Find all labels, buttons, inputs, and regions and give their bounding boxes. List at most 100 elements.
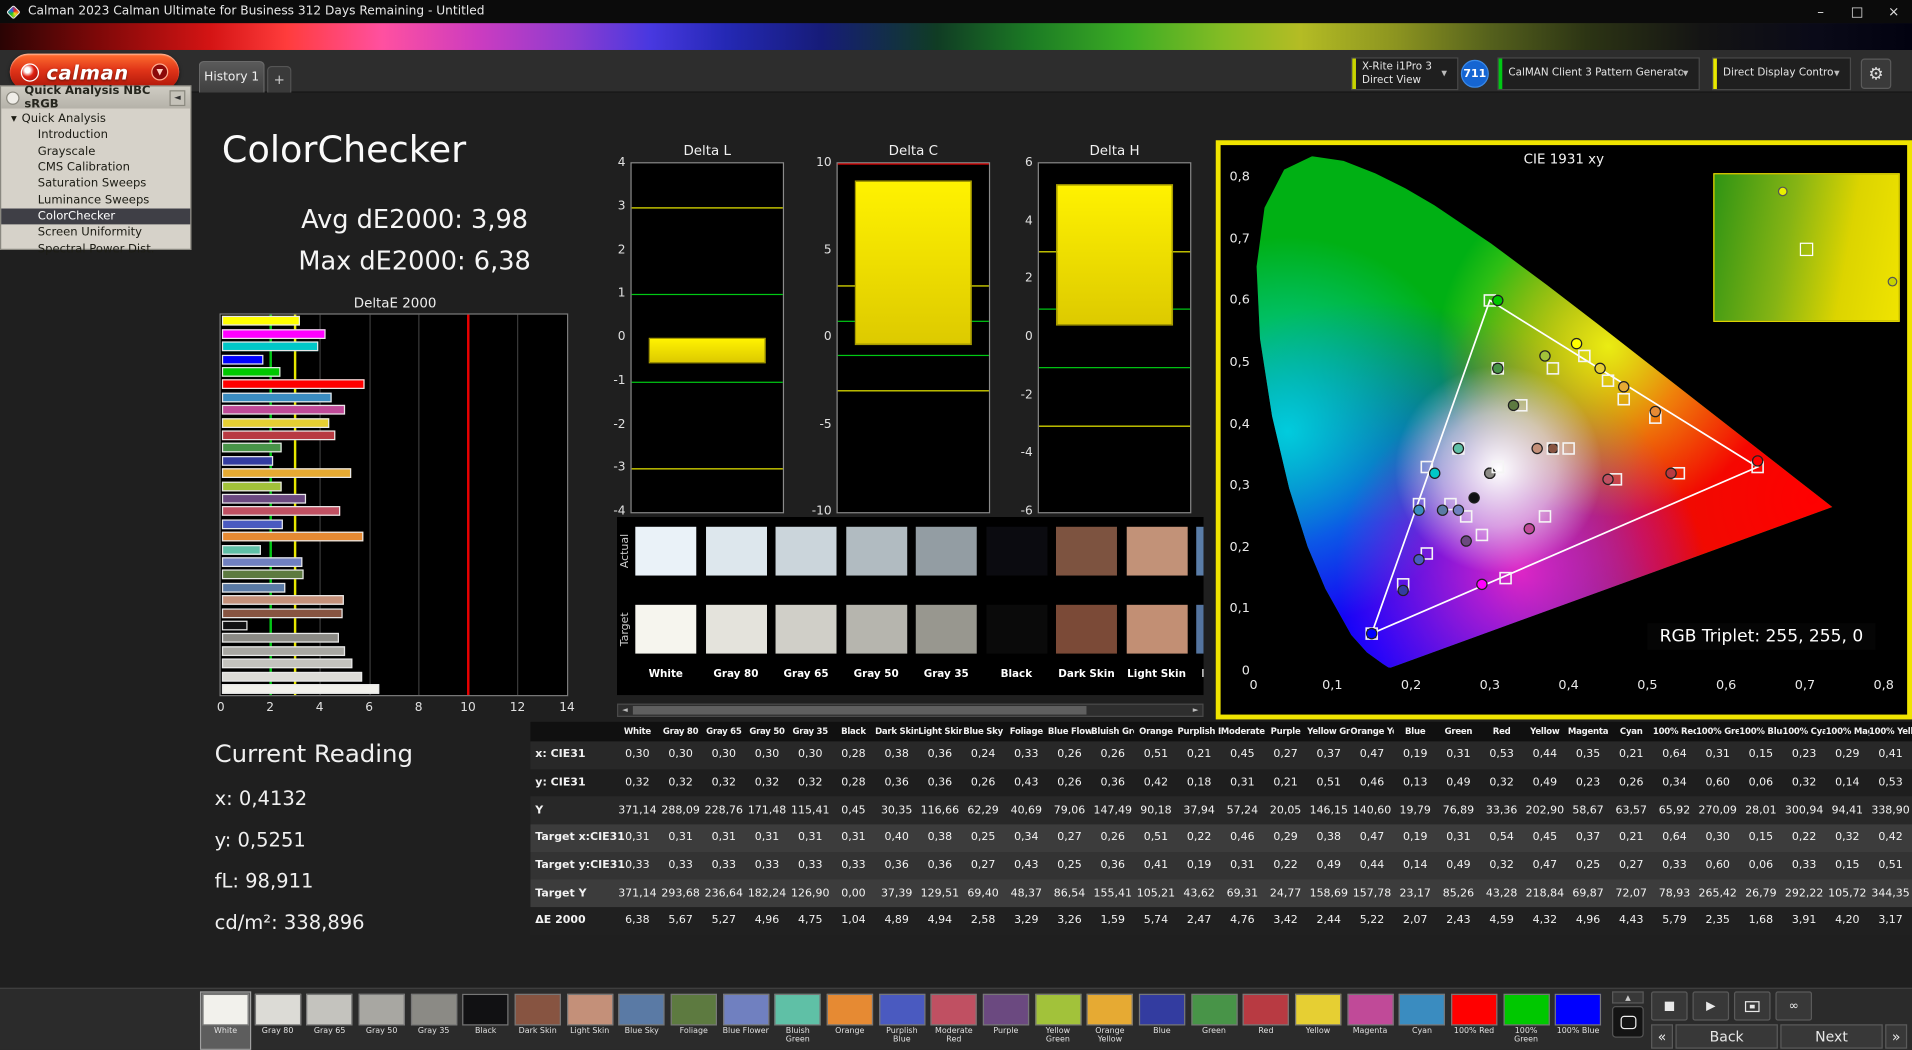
table-cell: 0,31 bbox=[1221, 777, 1264, 789]
pattern-swatch-purple[interactable]: Purple bbox=[981, 993, 1030, 1049]
sidebar-root-node[interactable]: ▾ Quick Analysis bbox=[1, 111, 190, 127]
sidebar-item-luminance-sweeps[interactable]: Luminance Sweeps bbox=[1, 192, 190, 208]
play-button[interactable]: ▶ bbox=[1693, 991, 1730, 1020]
sidebar-item-introduction[interactable]: Introduction bbox=[1, 127, 190, 143]
measured-point-green bbox=[1493, 363, 1503, 373]
pattern-swatch-100-green[interactable]: 100% Green bbox=[1502, 993, 1551, 1049]
reading-y: y: 0,5251 bbox=[215, 828, 413, 851]
table-cell: 0,27 bbox=[1610, 860, 1653, 872]
continuous-read-button[interactable]: ∞ bbox=[1775, 991, 1812, 1020]
sidebar-item-saturation-sweeps[interactable]: Saturation Sweeps bbox=[1, 176, 190, 192]
collapse-sidebar-button[interactable]: ◄ bbox=[169, 90, 185, 106]
meter-select[interactable]: X-Rite i1Pro 3 Direct View ▼ bbox=[1351, 57, 1458, 90]
swatch-label: Bluish Green bbox=[773, 1027, 822, 1045]
patch-label: Gray 80 bbox=[705, 668, 766, 680]
sidebar-item-cms-calibration[interactable]: CMS Calibration bbox=[1, 159, 190, 175]
column-header: Yellow bbox=[1523, 727, 1566, 737]
swatch-color bbox=[983, 994, 1029, 1026]
table-cell: 115,41 bbox=[789, 804, 832, 816]
axis-tick-label: 0,7 bbox=[1223, 231, 1250, 246]
pattern-swatch-orange[interactable]: Orange bbox=[825, 993, 874, 1049]
add-tab-button[interactable]: + bbox=[267, 66, 291, 93]
swatch-label: Purplish Blue bbox=[877, 1027, 926, 1045]
tree-expander-icon: ▾ bbox=[11, 112, 17, 125]
scroll-left-icon[interactable]: ◄ bbox=[618, 705, 631, 716]
pattern-swatch-gray-35[interactable]: Gray 35 bbox=[409, 993, 458, 1049]
tab-history-1[interactable]: History 1 bbox=[199, 61, 265, 93]
minimize-button[interactable]: – bbox=[1802, 0, 1839, 23]
expand-swatch-bar-button[interactable]: ▲ bbox=[1612, 991, 1644, 1003]
pattern-swatch-magenta[interactable]: Magenta bbox=[1346, 993, 1395, 1049]
pattern-swatch-cyan[interactable]: Cyan bbox=[1398, 993, 1447, 1049]
compare-scrollbar[interactable]: ◄ ► bbox=[617, 704, 1204, 717]
pattern-swatch-blue[interactable]: Blue bbox=[1138, 993, 1187, 1049]
pattern-swatch-blue-flower[interactable]: Blue Flower bbox=[721, 993, 770, 1049]
pattern-swatch-yellow-green[interactable]: Yellow Green bbox=[1033, 993, 1082, 1049]
reading-x: x: 0,4132 bbox=[215, 787, 413, 810]
display-control-select[interactable]: Direct Display Control ▼ bbox=[1712, 57, 1851, 90]
pattern-generator-select[interactable]: CalMAN Client 3 Pattern Generator ▼ bbox=[1497, 57, 1699, 90]
pattern-swatch-green[interactable]: Green bbox=[1190, 993, 1239, 1049]
table-cell: 0,31 bbox=[745, 832, 788, 844]
table-cell: 0,60 bbox=[1696, 777, 1739, 789]
pattern-swatch-100-blue[interactable]: 100% Blue bbox=[1554, 993, 1603, 1049]
table-cell: 147,49 bbox=[1091, 804, 1134, 816]
pattern-swatch-gray-80[interactable]: Gray 80 bbox=[253, 993, 302, 1049]
pattern-swatch-moderate-red[interactable]: Moderate Red bbox=[929, 993, 978, 1049]
pattern-swatch-dark-skin[interactable]: Dark Skin bbox=[513, 993, 562, 1049]
column-header: Cyan bbox=[1610, 727, 1653, 737]
maximize-button[interactable]: □ bbox=[1839, 0, 1876, 23]
next-chevrons-button[interactable]: » bbox=[1885, 1024, 1907, 1048]
stop-button[interactable]: ■ bbox=[1651, 991, 1688, 1020]
chevron-down-icon: ▼ bbox=[1683, 70, 1699, 79]
sidebar-item-spectral-power-dist-[interactable]: Spectral Power Dist. bbox=[1, 241, 190, 257]
pattern-swatch-yellow[interactable]: Yellow bbox=[1294, 993, 1343, 1049]
actual-swatch-gray-65 bbox=[776, 527, 837, 576]
swatch-color bbox=[775, 994, 821, 1026]
pattern-swatch-black[interactable]: Black bbox=[461, 993, 510, 1049]
table-cell: 0,29 bbox=[1826, 749, 1869, 761]
pattern-swatch-purplish-blue[interactable]: Purplish Blue bbox=[877, 993, 926, 1049]
table-cell: 0,47 bbox=[1350, 832, 1393, 844]
sidebar-item-screen-uniformity[interactable]: Screen Uniformity bbox=[1, 225, 190, 241]
close-button[interactable]: × bbox=[1875, 0, 1912, 23]
settings-button[interactable]: ⚙ bbox=[1861, 59, 1891, 89]
table-cell: 30,35 bbox=[875, 804, 918, 816]
pattern-window-button[interactable] bbox=[1612, 1006, 1644, 1038]
axis-tick-label: 6 bbox=[354, 701, 383, 714]
scroll-right-icon[interactable]: ► bbox=[1189, 705, 1202, 716]
snapshot-button[interactable] bbox=[1734, 991, 1771, 1020]
pattern-swatch-foliage[interactable]: Foliage bbox=[669, 993, 718, 1049]
table-cell: 0,32 bbox=[789, 777, 832, 789]
pattern-swatch-blue-sky[interactable]: Blue Sky bbox=[617, 993, 666, 1049]
sidebar-item-grayscale[interactable]: Grayscale bbox=[1, 143, 190, 159]
table-cell: 1,68 bbox=[1739, 915, 1782, 927]
table-cell: 371,14 bbox=[616, 804, 659, 816]
table-cell: 4,75 bbox=[789, 915, 832, 927]
sidebar-item-colorchecker[interactable]: ColorChecker bbox=[1, 208, 190, 224]
pattern-swatch-gray-50[interactable]: Gray 50 bbox=[357, 993, 406, 1049]
table-cell: 0,28 bbox=[832, 777, 875, 789]
table-row: Target Y371,14293,68236,64182,24126,900,… bbox=[530, 880, 1912, 908]
pattern-swatch-bluish-green[interactable]: Bluish Green bbox=[773, 993, 822, 1049]
pattern-swatch-100-red[interactable]: 100% Red bbox=[1450, 993, 1499, 1049]
back-chevrons-button[interactable]: « bbox=[1651, 1024, 1673, 1048]
pattern-swatch-gray-65[interactable]: Gray 65 bbox=[305, 993, 354, 1049]
pattern-swatch-orange-yellow[interactable]: Orange Yellow bbox=[1086, 993, 1135, 1049]
sidebar-header: Quick Analysis NBC sRGB ◄ bbox=[1, 87, 190, 109]
pin-icon[interactable] bbox=[6, 91, 19, 104]
meter-name: X-Rite i1Pro 3 bbox=[1362, 61, 1439, 73]
measured-point-100-magenta bbox=[1477, 579, 1487, 589]
table-cell: 105,72 bbox=[1826, 887, 1869, 899]
table-cell: 0,36 bbox=[875, 777, 918, 789]
row-label: Target y:CIE31 bbox=[530, 860, 615, 872]
next-button[interactable]: Next bbox=[1780, 1024, 1882, 1048]
pattern-swatch-red[interactable]: Red bbox=[1242, 993, 1291, 1049]
table-cell: 0,51 bbox=[1869, 860, 1912, 872]
scrollbar-thumb[interactable] bbox=[633, 706, 1087, 715]
pattern-swatch-light-skin[interactable]: Light Skin bbox=[565, 993, 614, 1049]
column-header: Light Skin bbox=[918, 727, 961, 737]
back-button[interactable]: Back bbox=[1675, 1024, 1777, 1048]
swatch-label: Yellow Green bbox=[1033, 1027, 1082, 1045]
pattern-swatch-white[interactable]: White bbox=[201, 993, 250, 1049]
